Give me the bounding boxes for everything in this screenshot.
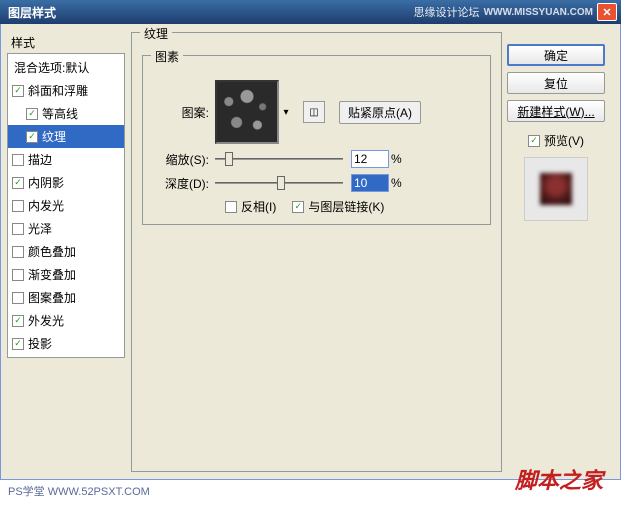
preview-checkbox[interactable]: 预览(V) <box>528 132 584 149</box>
sidebar-item[interactable]: 等高线 <box>8 102 124 125</box>
titlebar: 图层样式 思缘设计论坛 WWW.MISSYUAN.COM ✕ <box>0 0 621 24</box>
texture-group: 纹理 图素 图案: ▾ ◫ 贴紧原点(A) 缩放(S): <box>131 32 502 472</box>
depth-unit: % <box>391 176 402 190</box>
sidebar-item-label: 等高线 <box>42 105 78 122</box>
texture-group-label: 纹理 <box>140 25 172 42</box>
depth-label: 深度(D): <box>153 175 209 192</box>
styles-list: 混合选项:默认斜面和浮雕等高线纹理描边内阴影内发光光泽颜色叠加渐变叠加图案叠加外… <box>7 53 125 358</box>
sidebar-item[interactable]: 投影 <box>8 332 124 355</box>
elements-group: 图素 图案: ▾ ◫ 贴紧原点(A) 缩放(S): <box>142 55 491 225</box>
sidebar-item-label: 图案叠加 <box>28 289 76 306</box>
checkbox-icon <box>12 154 24 166</box>
scale-input[interactable] <box>351 150 389 168</box>
cancel-button[interactable]: 复位 <box>507 72 605 94</box>
sidebar-item-label: 外发光 <box>28 312 64 329</box>
main-panel: 纹理 图素 图案: ▾ ◫ 贴紧原点(A) 缩放(S): <box>131 32 502 473</box>
pattern-dropdown-icon[interactable]: ▾ <box>279 80 293 144</box>
dialog-title: 图层样式 <box>8 4 414 21</box>
scale-row: 缩放(S): % <box>153 150 480 168</box>
sidebar-item[interactable]: 描边 <box>8 148 124 171</box>
elements-group-label: 图素 <box>151 48 183 65</box>
sidebar-header: 样式 <box>7 32 125 53</box>
checkbox-icon <box>292 201 304 213</box>
checkbox-icon <box>26 108 38 120</box>
titlebar-brand: 思缘设计论坛 <box>414 4 480 20</box>
checkbox-icon <box>12 177 24 189</box>
styles-sidebar: 样式 混合选项:默认斜面和浮雕等高线纹理描边内阴影内发光光泽颜色叠加渐变叠加图案… <box>7 32 125 473</box>
scale-unit: % <box>391 152 402 166</box>
checkbox-icon <box>12 200 24 212</box>
sidebar-item-label: 内阴影 <box>28 174 64 191</box>
sidebar-item[interactable]: 内阴影 <box>8 171 124 194</box>
checkbox-icon <box>12 246 24 258</box>
new-preset-button[interactable]: ◫ <box>303 101 325 123</box>
sidebar-item[interactable]: 光泽 <box>8 217 124 240</box>
sidebar-item[interactable]: 纹理 <box>8 125 124 148</box>
checkbox-icon <box>12 269 24 281</box>
depth-row: 深度(D): % <box>153 174 480 192</box>
sidebar-item[interactable]: 混合选项:默认 <box>8 56 124 79</box>
options-row: 反相(I) 与图层链接(K) <box>209 198 480 215</box>
sidebar-item[interactable]: 颜色叠加 <box>8 240 124 263</box>
preview-swatch <box>524 157 588 221</box>
checkbox-icon <box>12 85 24 97</box>
sidebar-item-label: 颜色叠加 <box>28 243 76 260</box>
scale-slider[interactable] <box>215 150 343 168</box>
checkbox-icon <box>26 131 38 143</box>
right-panel: 确定 复位 新建样式(W)... 预览(V) <box>502 32 614 473</box>
pattern-picker[interactable] <box>215 80 279 144</box>
sidebar-item-label: 投影 <box>28 335 52 352</box>
sidebar-item[interactable]: 斜面和浮雕 <box>8 79 124 102</box>
pattern-row: 图案: ▾ ◫ 贴紧原点(A) <box>153 80 480 144</box>
sidebar-item[interactable]: 图案叠加 <box>8 286 124 309</box>
pattern-label: 图案: <box>153 104 209 121</box>
invert-checkbox[interactable]: 反相(I) <box>225 198 276 215</box>
sidebar-item-label: 斜面和浮雕 <box>28 82 88 99</box>
watermark-right: 脚本之家 <box>515 463 603 495</box>
depth-slider[interactable] <box>215 174 343 192</box>
sidebar-item[interactable]: 渐变叠加 <box>8 263 124 286</box>
titlebar-url: WWW.MISSYUAN.COM <box>484 7 593 18</box>
preview-thumbnail <box>540 173 572 205</box>
scale-label: 缩放(S): <box>153 151 209 168</box>
checkbox-icon <box>528 135 540 147</box>
checkbox-icon <box>225 201 237 213</box>
depth-input[interactable] <box>351 174 389 192</box>
close-button[interactable]: ✕ <box>597 3 617 21</box>
ok-button[interactable]: 确定 <box>507 44 605 66</box>
sidebar-item-label: 纹理 <box>42 128 66 145</box>
checkbox-icon <box>12 292 24 304</box>
link-layer-checkbox[interactable]: 与图层链接(K) <box>292 198 384 215</box>
checkbox-icon <box>12 315 24 327</box>
watermark-left: PS学堂 WWW.52PSXT.COM <box>8 483 150 499</box>
sidebar-item[interactable]: 外发光 <box>8 309 124 332</box>
dialog-body: 样式 混合选项:默认斜面和浮雕等高线纹理描边内阴影内发光光泽颜色叠加渐变叠加图案… <box>0 24 621 480</box>
sidebar-item-label: 渐变叠加 <box>28 266 76 283</box>
checkbox-icon <box>12 338 24 350</box>
checkbox-icon <box>12 223 24 235</box>
sidebar-item-label: 混合选项:默认 <box>14 59 89 76</box>
sidebar-item-label: 内发光 <box>28 197 64 214</box>
sidebar-item-label: 光泽 <box>28 220 52 237</box>
sidebar-item-label: 描边 <box>28 151 52 168</box>
new-style-button[interactable]: 新建样式(W)... <box>507 100 605 122</box>
snap-origin-button[interactable]: 贴紧原点(A) <box>339 101 421 124</box>
sidebar-item[interactable]: 内发光 <box>8 194 124 217</box>
